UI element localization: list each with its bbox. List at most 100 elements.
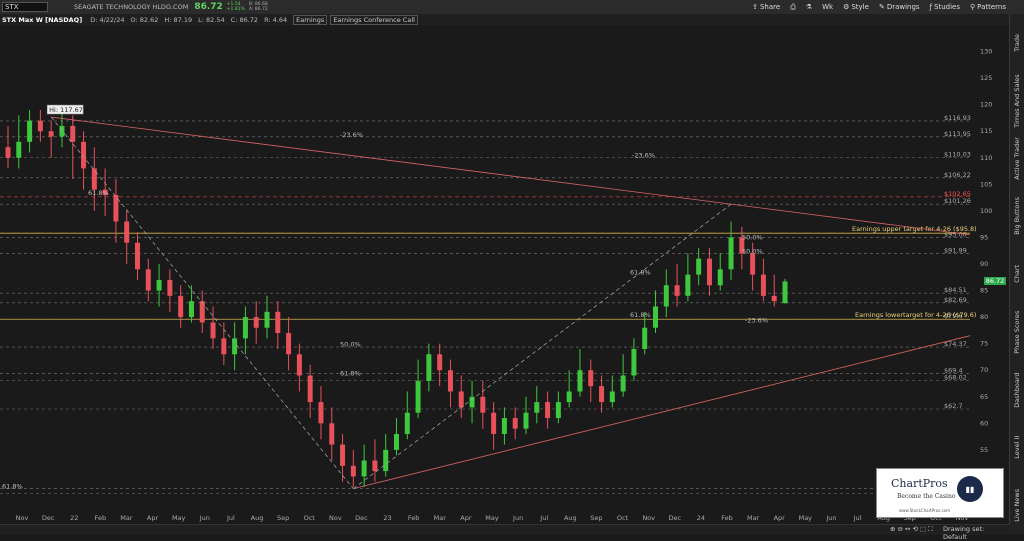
candle-body <box>340 444 346 466</box>
candle-body <box>620 375 626 392</box>
x-tick-label: Mar <box>434 514 447 522</box>
candle-body <box>642 327 648 349</box>
fib-level-label: 61.8% <box>630 311 651 319</box>
ohlc-close: C: 86.72 <box>230 15 259 24</box>
style-button[interactable]: ⚙ Style <box>843 3 869 11</box>
right-sidebar: Trade Times And Sales Active Trader Big But… <box>1009 14 1024 534</box>
price-level-label: $91.99 <box>944 246 967 254</box>
sidebar-tab-active-trader[interactable]: Active Trader <box>1010 130 1024 188</box>
candle-body <box>5 147 11 158</box>
company-name: SEAGATE TECHNOLOGY HLDG.COM <box>74 3 189 11</box>
candle-body <box>27 120 33 142</box>
last-price: 86.72 <box>194 2 223 12</box>
x-tick-label: Apr <box>460 514 472 522</box>
y-tick-label: 120 <box>980 101 992 109</box>
price-change: +1.54 +1.81% <box>227 2 245 12</box>
candle-body <box>145 269 151 291</box>
style-icon: ⚙ <box>843 3 850 11</box>
candle-body <box>156 279 162 291</box>
price-chart[interactable]: 4550556065707580859095100105110115120125… <box>0 25 1010 524</box>
x-tick-label: Feb <box>408 514 420 522</box>
candle-body <box>728 237 734 270</box>
candle-body <box>296 354 302 376</box>
patterns-icon: ⚲ <box>970 3 976 11</box>
style-label: Style <box>851 3 869 11</box>
zoom-controls[interactable]: ⊕ ⊖ ↔ ⟲ ⬚ ⛶ <box>890 525 933 534</box>
y-tick-label: 130 <box>980 48 992 56</box>
bottom-bar: ⊕ ⊖ ↔ ⟲ ⬚ ⛶ Drawing set: Default <box>0 524 1010 541</box>
candle-body <box>124 221 130 243</box>
candle-body <box>653 306 658 328</box>
drawing-set-label: Drawing set: Default <box>943 525 985 541</box>
y-tick-label: 105 <box>980 180 992 188</box>
candle-body <box>210 322 216 339</box>
sidebar-tab-big-buttons[interactable]: Big Buttons <box>1010 187 1024 245</box>
y-tick-label: 55 <box>980 446 988 454</box>
sidebar-tab-chart[interactable]: Chart <box>1010 245 1024 303</box>
patterns-button[interactable]: ⚲ Patterns <box>970 3 1006 11</box>
x-tick-label: Dec <box>668 514 681 522</box>
candle-body <box>437 354 443 371</box>
sidebar-tab-times-and-sales[interactable]: Times And Sales <box>1010 72 1024 130</box>
symbol-input[interactable]: STX <box>2 2 48 12</box>
candle-body <box>426 354 432 381</box>
period-button[interactable]: Wk <box>822 3 833 11</box>
fib-level-label: -23.6% <box>745 316 768 324</box>
ask-value: A: 86.72 <box>248 7 268 12</box>
studies-button[interactable]: ƒ Studies <box>930 3 960 11</box>
x-tick-label: 22 <box>70 514 78 522</box>
candle-body <box>663 285 669 307</box>
x-tick-label: Feb <box>95 514 107 522</box>
x-tick-label: Mar <box>747 514 760 522</box>
candle-body <box>199 301 205 323</box>
y-tick-label: 110 <box>980 154 992 162</box>
candle-body <box>37 120 43 132</box>
x-tick-label: 24 <box>697 514 705 522</box>
sidebar-tab-dashboard[interactable]: Dashboard <box>1010 361 1024 419</box>
bid-ask: B: 86.68 A: 86.72 <box>249 2 268 12</box>
candle-body <box>48 131 54 137</box>
sidebar-tab-trade[interactable]: Trade <box>1010 14 1024 72</box>
candle-body <box>599 386 605 403</box>
candle-body <box>275 311 281 334</box>
fib-level-label: 61.8% <box>630 269 651 277</box>
earnings-button[interactable]: Earnings <box>293 14 328 25</box>
candle-body <box>91 168 97 190</box>
ohlc-range: R: 4.64 <box>264 15 288 24</box>
candle-body <box>286 333 292 355</box>
print-button[interactable]: ⎙ <box>790 3 796 12</box>
top-toolbar: STX SEAGATE TECHNOLOGY HLDG.COM 86.72 +1… <box>0 0 1024 15</box>
drawings-button[interactable]: ✎ Drawings <box>879 3 920 11</box>
price-level-label: $106.22 <box>944 171 971 179</box>
ohlc-low: L: 82.54 <box>198 15 225 24</box>
candle-body <box>512 418 518 429</box>
earnings-call-button[interactable]: Earnings Conference Call <box>330 14 418 25</box>
logo-chart-icon: ▮▮ <box>957 476 983 502</box>
earnings-lower-annotation: Earnings lowertarget for 4-26 ($79.6) <box>855 311 976 319</box>
print-icon: ⎙ <box>790 2 796 11</box>
x-tick-label: Sep <box>277 514 289 522</box>
candle-body <box>609 391 615 403</box>
candle-body <box>674 285 680 296</box>
candle-body <box>588 370 594 387</box>
fib-level-label: 50.0% <box>340 340 361 348</box>
x-tick-label: May <box>799 514 813 522</box>
share-label: Share <box>759 3 781 11</box>
sidebar-tab-phase-scores[interactable]: Phase Scores <box>1010 303 1024 361</box>
y-tick-label: 95 <box>980 233 988 241</box>
x-tick-label: Apr <box>774 514 786 522</box>
share-button[interactable]: ⇪ Share <box>752 3 780 11</box>
candle-body <box>555 402 561 419</box>
x-tick-label: May <box>172 514 186 522</box>
sidebar-tab-level-ii[interactable]: Level II <box>1010 418 1024 476</box>
candle-body <box>350 465 356 477</box>
candle-body <box>458 391 464 408</box>
x-tick-label: Nov <box>16 514 29 522</box>
candle-body <box>242 317 248 339</box>
candle-body <box>70 125 76 142</box>
sidebar-tab-live-news[interactable]: Live News <box>1010 476 1024 534</box>
candle-body <box>178 295 184 318</box>
flask-button[interactable]: ⚗ <box>806 3 812 11</box>
candle-body <box>545 402 551 419</box>
candle-body <box>329 423 335 445</box>
